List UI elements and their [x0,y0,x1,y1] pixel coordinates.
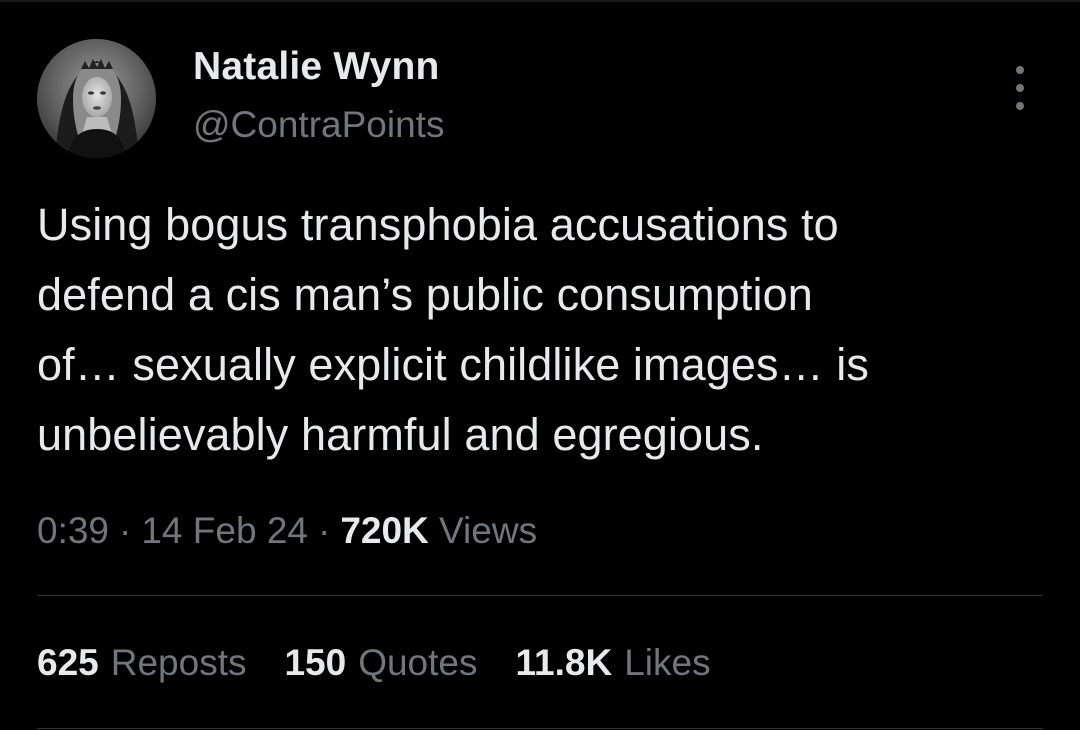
tweet-text: Using bogus transphobia accusations to d… [37,199,869,460]
more-options-dot [1016,102,1024,110]
reposts-count: 625 [37,642,99,683]
engagement-stats: 625 Reposts 150 Quotes 11.8K Likes [37,638,749,688]
tweet-time[interactable]: 0:39 [37,510,109,551]
author-avatar[interactable] [37,39,156,158]
likes-count: 11.8K [515,642,613,683]
reposts-stat[interactable]: 625 Reposts [37,638,246,688]
quotes-stat[interactable]: 150 Quotes [284,638,477,688]
tweet-date[interactable]: 14 Feb 24 [141,510,308,551]
author-block: Natalie Wynn @ContraPoints [193,44,444,148]
divider [37,728,1043,729]
divider [37,595,1043,596]
views-label: Views [439,510,538,551]
more-options-icon[interactable] [1006,66,1034,110]
author-display-name[interactable]: Natalie Wynn [193,44,444,90]
avatar-photo [37,39,156,158]
meta-separator: · [317,510,331,551]
tweet-meta: 0:39 · 14 Feb 24 · 720K Views [37,506,537,556]
quotes-label: Quotes [358,642,478,683]
likes-label: Likes [624,642,711,683]
views-count: 720K [340,510,429,551]
tweet-card: Natalie Wynn @ContraPoints Using bogus t… [0,0,1080,730]
author-handle[interactable]: @ContraPoints [193,102,444,148]
more-options-dot [1016,84,1024,92]
reposts-label: Reposts [110,642,247,683]
more-options-dot [1016,66,1024,74]
meta-separator: · [119,510,132,551]
quotes-count: 150 [284,642,347,683]
likes-stat[interactable]: 11.8K Likes [516,638,711,688]
